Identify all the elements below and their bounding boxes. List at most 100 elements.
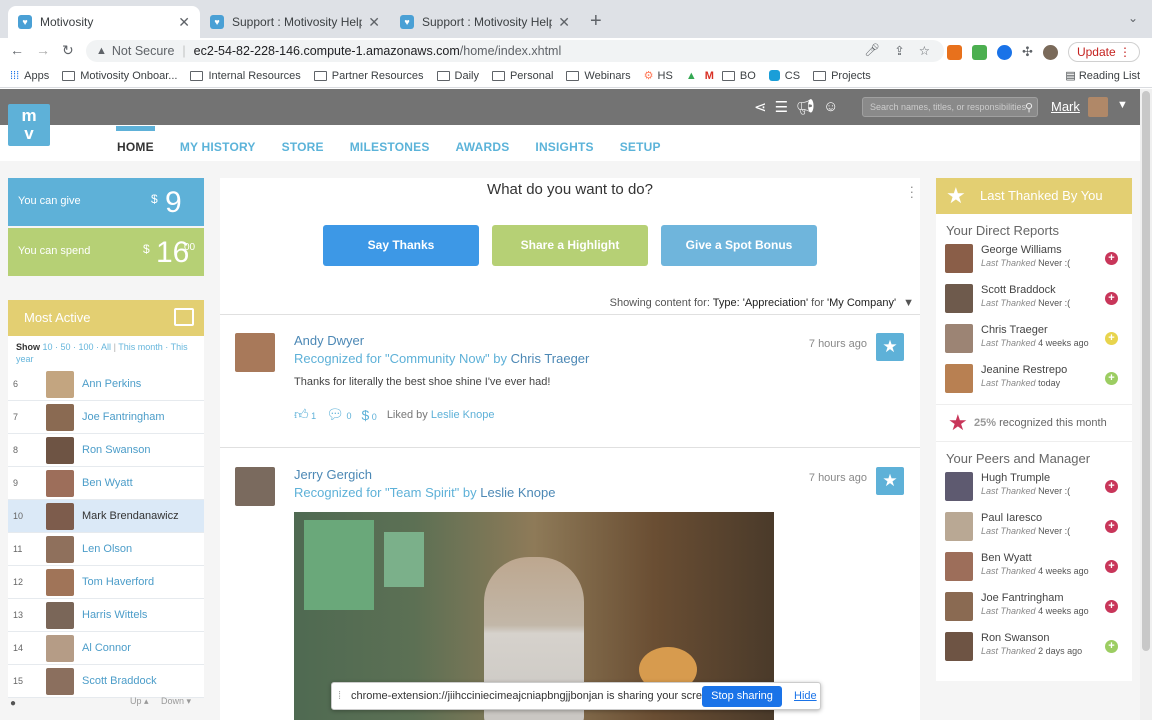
browser-tab-support-1[interactable]: ♥ Support : Motivosity Help Cent ✕ [200, 6, 390, 38]
person-name[interactable]: Hugh Trumple [981, 472, 1050, 484]
chat-icon[interactable]: ☺ [823, 98, 838, 116]
drag-handle-icon[interactable]: ⁞ [338, 690, 341, 702]
stop-sharing-button[interactable]: Stop sharing [702, 686, 782, 707]
avatar[interactable] [235, 467, 275, 506]
bookmark-drive[interactable]: ▲ [686, 70, 697, 82]
most-active-row[interactable]: 13 Harris Wittels [8, 599, 204, 632]
avatar[interactable] [945, 552, 973, 581]
comment-button[interactable]: 💬︎ 0 [326, 406, 351, 423]
recognized-by[interactable]: Leslie Knope [480, 485, 555, 500]
share-network-icon[interactable]: ⋖ [754, 98, 767, 116]
person-name[interactable]: Scott Braddock [981, 284, 1056, 296]
bookmark-apps[interactable]: ⁞⁞⁞ Apps [10, 70, 49, 82]
nav-awards[interactable]: AWARDS [455, 126, 511, 160]
star-icon[interactable]: ★ [876, 467, 904, 495]
browser-tab-support-2[interactable]: ♥ Support : Motivosity Help Cent ✕ [390, 6, 580, 38]
avatar[interactable] [945, 632, 973, 661]
bookmark-star-icon[interactable]: ☆ [919, 43, 930, 58]
like-button[interactable]: 👍︎ 1 [294, 406, 316, 423]
post-author[interactable]: Jerry Gergich [294, 467, 372, 482]
person-name[interactable]: Len Olson [82, 543, 132, 555]
person-name[interactable]: Tom Haverford [82, 576, 154, 588]
add-thanks-icon[interactable]: + [1105, 332, 1118, 345]
bookmark-folder[interactable]: Projects [813, 70, 871, 82]
avatar[interactable] [945, 364, 973, 393]
bookmark-folder[interactable]: Partner Resources [313, 70, 424, 82]
person-name[interactable]: Paul Iaresco [981, 512, 1042, 524]
person-name[interactable]: Jeanine Restrepo [981, 364, 1067, 376]
new-tab-plus-icon[interactable]: + [590, 10, 602, 33]
most-active-row[interactable]: 7 Joe Fantringham [8, 401, 204, 434]
person-name[interactable]: Chris Traeger [981, 324, 1048, 336]
update-button[interactable]: Update ⋮ [1067, 42, 1140, 62]
bookmark-hs[interactable]: ⚙ HS [644, 69, 673, 83]
close-icon[interactable]: ✕ [368, 14, 380, 31]
close-icon[interactable]: ✕ [558, 14, 570, 31]
extension-icon[interactable] [947, 44, 963, 60]
person-name[interactable]: Ron Swanson [82, 444, 151, 456]
list-icon[interactable]: ☰ [775, 98, 788, 116]
back-arrow-icon[interactable]: ← [10, 42, 24, 58]
most-active-row[interactable]: 14 Al Connor [8, 632, 204, 665]
search-icon[interactable]: ⚲ [1025, 99, 1033, 117]
person-name[interactable]: Ann Perkins [82, 378, 141, 390]
hide-link[interactable]: Hide [794, 690, 817, 702]
avatar[interactable] [945, 472, 973, 501]
liked-by-name[interactable]: Leslie Knope [431, 409, 495, 421]
scrollbar-thumb[interactable] [1142, 91, 1150, 651]
extension-icon[interactable] [972, 44, 988, 60]
add-thanks-icon[interactable]: + [1105, 292, 1118, 305]
recognized-by[interactable]: Chris Traeger [511, 351, 590, 366]
bookmark-folder[interactable]: Webinars [566, 70, 631, 82]
add-thanks-icon[interactable]: + [1105, 560, 1118, 573]
up-button[interactable]: Up ▴ [130, 696, 149, 707]
add-thanks-icon[interactable]: + [1105, 640, 1118, 653]
avatar[interactable] [1088, 97, 1108, 117]
caret-down-icon[interactable]: ▼ [903, 297, 914, 309]
microphone-icon[interactable]: 🎤︎ [864, 43, 880, 58]
bookmark-folder[interactable]: Daily [436, 70, 479, 82]
say-thanks-button[interactable]: Say Thanks [323, 225, 479, 266]
person-name[interactable]: Ben Wyatt [82, 477, 133, 489]
bonus-button[interactable]: $ 0 [361, 407, 376, 423]
info-icon[interactable]: ● [10, 698, 16, 709]
bookmark-folder[interactable]: Motivosity Onboar... [62, 70, 177, 82]
user-name-link[interactable]: Mark [1051, 99, 1080, 114]
person-name[interactable]: George Williams [981, 244, 1062, 256]
nav-home[interactable]: HOME [116, 126, 155, 160]
most-active-row[interactable]: 9 Ben Wyatt [8, 467, 204, 500]
url-field[interactable]: ▲ Not Secure | ec2-54-82-228-146.compute… [86, 40, 944, 62]
avatar[interactable] [945, 244, 973, 273]
add-thanks-icon[interactable]: + [1105, 252, 1118, 265]
forward-arrow-icon[interactable]: → [36, 42, 50, 58]
count-filters[interactable]: 10 · 50 · 100 · All [43, 342, 112, 352]
star-icon[interactable]: ★ [876, 333, 904, 361]
content-filter[interactable]: Showing content for: Type: 'Appreciation… [610, 297, 914, 309]
bookmark-cs[interactable]: CS [768, 70, 800, 82]
nav-milestones[interactable]: MILESTONES [349, 126, 431, 160]
person-name[interactable]: Ron Swanson [981, 632, 1050, 644]
person-name[interactable]: Mark Brendanawicz [82, 510, 179, 522]
megaphone-icon[interactable]: 📢︎ [796, 98, 815, 116]
person-name[interactable]: Joe Fantringham [981, 592, 1064, 604]
bookmark-folder[interactable]: Personal [491, 70, 553, 82]
share-highlight-button[interactable]: Share a Highlight [492, 225, 648, 266]
reload-icon[interactable]: ↻ [62, 42, 74, 59]
reading-list[interactable]: ▤ Reading List [1065, 69, 1140, 82]
down-button[interactable]: Down ▾ [161, 696, 191, 707]
page-scrollbar[interactable] [1140, 89, 1152, 720]
add-thanks-icon[interactable]: + [1105, 480, 1118, 493]
bookmark-gmail[interactable]: M [705, 70, 714, 82]
nav-store[interactable]: STORE [281, 126, 325, 160]
person-name[interactable]: Harris Wittels [82, 609, 147, 621]
most-active-row[interactable]: 12 Tom Haverford [8, 566, 204, 599]
chevron-down-icon[interactable]: ▼ [1117, 99, 1128, 111]
add-thanks-icon[interactable]: + [1105, 372, 1118, 385]
avatar[interactable] [945, 512, 973, 541]
most-active-row-current-user[interactable]: 10 Mark Brendanawicz [8, 500, 204, 533]
bookmark-bo[interactable]: BO [721, 70, 756, 82]
share-icon[interactable]: ⇪ [894, 43, 904, 58]
nav-setup[interactable]: SETUP [619, 126, 662, 160]
avatar[interactable] [945, 324, 973, 353]
warning-icon[interactable]: ▲ [96, 45, 107, 57]
